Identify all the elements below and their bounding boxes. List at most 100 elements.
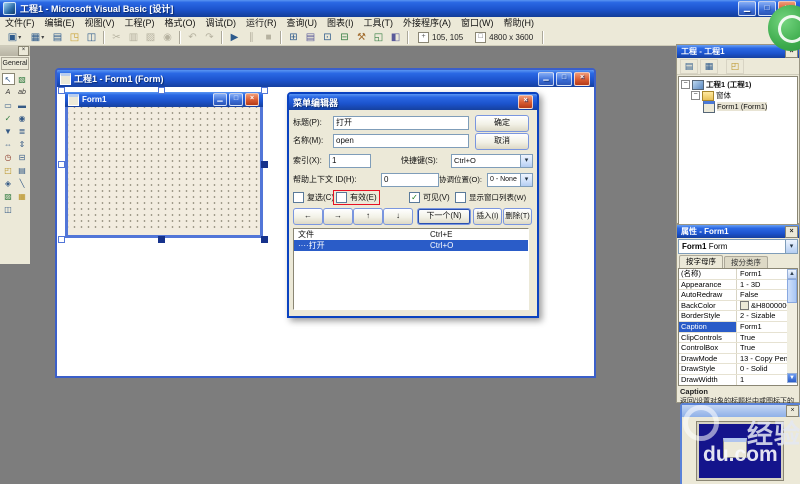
selection-handle[interactable] [158,87,165,94]
line-tool-icon[interactable]: ╲ [16,177,29,189]
data-tool-icon[interactable]: ▦ [16,190,29,202]
label-tool-icon[interactable]: A [2,86,15,98]
mini-form[interactable] [723,438,747,458]
menu-help[interactable]: 帮助(H) [499,17,540,29]
property-row[interactable]: DrawStyle0 - Solid [679,364,797,375]
end-icon[interactable]: ■ [260,30,277,45]
project-explorer-icon[interactable]: ⊞ [285,30,302,45]
property-row[interactable]: BorderStyle2 - Sizable [679,311,797,322]
menu-editor-icon[interactable]: ▤ [49,30,66,45]
move-left-button[interactable]: ← [293,208,323,225]
dropdown-arrow-icon[interactable]: ▾ [41,34,44,41]
project-explorer-titlebar[interactable]: 工程 - 工程1 × [677,45,799,58]
selection-handle[interactable] [261,161,268,168]
menu-diagram[interactable]: 图表(I) [322,17,359,29]
tree-node-form1[interactable]: Form1 (Form1) [679,101,797,112]
menu-item-list[interactable]: 文件 Ctrl+E ····打开 Ctrl+O [293,228,529,310]
find-icon[interactable]: ◉ [159,30,176,45]
toolbox-tab-general[interactable]: General [1,57,29,70]
tree-node-forms-folder[interactable]: − 窗体 [679,90,797,101]
copy-icon[interactable]: ▥ [125,30,142,45]
windowlist-checkbox[interactable]: 显示窗口列表(W) [455,192,526,203]
save-icon[interactable]: ◫ [83,30,100,45]
dirlistbox-tool-icon[interactable]: ◰ [2,164,15,176]
selection-handle[interactable] [261,87,268,94]
menu-file[interactable]: 文件(F) [0,17,40,29]
property-row[interactable]: DrawMode13 - Copy Pen [679,354,797,365]
insert-button[interactable]: 插入(I) [473,208,502,225]
property-row[interactable]: ControlBoxTrue [679,343,797,354]
break-icon[interactable]: ∥ [243,30,260,45]
open-project-icon[interactable]: ◳ [66,30,83,45]
property-row[interactable]: AutoRedrawFalse [679,290,797,301]
toolbox-close-icon[interactable]: × [18,46,29,56]
helpid-input[interactable]: 0 [381,173,439,187]
image-tool-icon[interactable]: ▨ [2,190,15,202]
selection-handle[interactable] [58,236,65,243]
toggle-folders-icon[interactable]: ◰ [726,59,744,74]
collapse-icon[interactable]: − [691,91,700,100]
hscrollbar-tool-icon[interactable]: ⇔ [2,138,15,150]
tab-alphabetic[interactable]: 按字母序 [679,255,723,268]
move-up-button[interactable]: ↑ [353,208,383,225]
child-maximize-button[interactable]: □ [556,72,572,86]
property-row-caption-selected[interactable]: CaptionForm1 [679,322,797,333]
menu-list-item-selected[interactable]: ····打开 Ctrl+O [294,240,528,251]
textbox-tool-icon[interactable]: ab [16,86,29,98]
collapse-icon[interactable]: − [681,80,690,89]
menu-run[interactable]: 运行(R) [241,17,282,29]
properties-close-icon[interactable]: × [785,226,798,238]
add-project-icon[interactable]: ▣▾ [3,30,26,45]
toolbox-icon[interactable]: ⚒ [353,30,370,45]
property-row[interactable]: ClipControlsTrue [679,333,797,344]
frame-tool-icon[interactable]: ▭ [2,99,15,111]
dialog-titlebar[interactable]: 菜单编辑器 × [289,94,537,110]
form-close-button[interactable]: × [245,93,259,106]
object-browser-icon[interactable]: ⊟ [336,30,353,45]
scroll-up-icon[interactable]: ▲ [787,269,797,279]
combobox-tool-icon[interactable]: ▼ [2,125,15,137]
scroll-down-icon[interactable]: ▼ [787,373,797,383]
move-down-button[interactable]: ↓ [383,208,413,225]
checkbox-tool-icon[interactable]: ✓ [2,112,15,124]
property-row[interactable]: Appearance1 - 3D [679,280,797,291]
component-manager-icon[interactable]: ◧ [387,30,404,45]
form-layout-titlebar[interactable]: × [682,405,800,417]
paste-icon[interactable]: ▨ [142,30,159,45]
menu-list-item[interactable]: 文件 Ctrl+E [294,229,528,240]
name-input[interactable]: open [333,134,469,148]
child-close-button[interactable]: × [574,72,590,86]
listbox-tool-icon[interactable]: ≣ [16,125,29,137]
properties-scrollbar[interactable]: ▲ ▼ [787,269,797,383]
checked-checkbox[interactable]: 复选(C) [293,192,334,203]
checkbox-box[interactable]: ✓ [409,192,420,203]
selection-handle[interactable] [58,87,65,94]
vscrollbar-tool-icon[interactable]: ⇕ [16,138,29,150]
checkbox-box[interactable] [293,192,304,203]
menu-query[interactable]: 查询(U) [282,17,323,29]
index-input[interactable]: 1 [329,154,371,168]
drivelistbox-tool-icon[interactable]: ⊟ [16,151,29,163]
designer-titlebar[interactable]: 工程1 - Form1 (Form) ▁ □ × [57,70,594,87]
menu-window[interactable]: 窗口(W) [456,17,499,29]
menu-format[interactable]: 格式(O) [160,17,201,29]
combo-arrow-icon[interactable]: ▾ [785,240,797,253]
checkbox-box[interactable] [336,192,347,203]
minimize-button[interactable]: ▁ [738,1,756,16]
optionbutton-tool-icon[interactable]: ◉ [16,112,29,124]
ok-button[interactable]: 确定 [475,115,529,132]
selection-handle[interactable] [158,236,165,243]
view-code-icon[interactable]: ▤ [680,59,698,74]
move-right-button[interactable]: → [323,208,353,225]
combo-arrow-icon[interactable]: ▾ [520,174,532,186]
form-layout-close-icon[interactable]: × [786,405,799,417]
filelistbox-tool-icon[interactable]: ▤ [16,164,29,176]
undo-icon[interactable]: ↶ [184,30,201,45]
scrollbar-thumb[interactable] [787,279,797,303]
visible-checkbox[interactable]: ✓ 可见(V) [409,192,450,203]
properties-window-icon[interactable]: ▤ [302,30,319,45]
combo-arrow-icon[interactable]: ▾ [520,155,532,167]
selection-handle[interactable] [261,236,268,243]
selection-handle[interactable] [58,161,65,168]
next-button[interactable]: 下一个(N) [417,208,471,225]
